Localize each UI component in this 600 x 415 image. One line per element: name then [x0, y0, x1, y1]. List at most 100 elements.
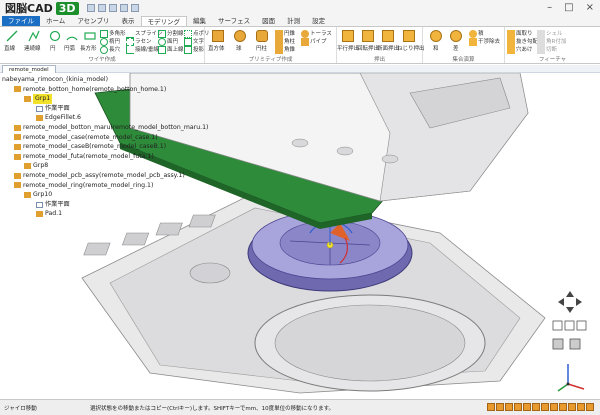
tree-node[interactable]: Grp1 [2, 94, 208, 104]
undo-icon[interactable] [119, 4, 128, 12]
tab-measure[interactable]: 計測 [281, 16, 306, 26]
face-snap-icon[interactable] [532, 403, 540, 411]
snap-icon[interactable] [487, 403, 495, 411]
ribbon-tangent[interactable]: 接線/垂線 [126, 45, 159, 54]
point-snap-icon[interactable] [514, 403, 522, 411]
tree-node[interactable]: remote_model_botton_maru(remote_model_bo… [2, 123, 208, 133]
ribbon-cut[interactable]: 切断 [537, 45, 557, 54]
ribbon-cylinder[interactable]: 円柱 [256, 44, 267, 52]
tree-node[interactable]: remote_model_ring(remote_model_ring.1) [2, 181, 208, 191]
ribbon-interference[interactable]: 干渉除去 [469, 37, 500, 46]
ribbon-arc[interactable]: 円弧 [64, 44, 75, 52]
union-icon[interactable] [430, 30, 442, 42]
tree-node[interactable]: remote_model_caseB(remote_model_caseB.1) [2, 142, 208, 152]
tree-node[interactable]: Pad.1 [2, 209, 208, 219]
close-icon[interactable]: × [586, 2, 594, 13]
tree-node[interactable]: 作業平面 [2, 200, 208, 210]
pad-feature-icon [36, 211, 43, 218]
tab-modeling[interactable]: モデリング [140, 16, 187, 26]
new-file-icon[interactable] [86, 4, 95, 12]
view-cube-icons[interactable] [552, 320, 587, 350]
ribbon-face-line[interactable]: 面上線 [158, 45, 184, 54]
document-tab[interactable]: remote_model [2, 65, 56, 73]
edge-snap-icon[interactable] [523, 403, 531, 411]
ribbon-section-extrude[interactable]: 断面押出 [377, 44, 399, 52]
ribbon-union[interactable]: 和 [433, 44, 439, 52]
parallel-extrude-icon[interactable] [342, 30, 354, 42]
ribbon-line[interactable]: 直線 [4, 44, 15, 52]
part-icon [14, 153, 21, 160]
ribbon-pyramid[interactable]: 角錐 [275, 45, 295, 54]
minimize-icon[interactable]: – [547, 2, 552, 13]
ribbon-sphere[interactable]: 球 [236, 44, 242, 52]
layer-icon[interactable] [577, 403, 585, 411]
redo-icon[interactable] [130, 4, 139, 12]
perp-snap-icon[interactable] [568, 403, 576, 411]
ribbon-group-primitive: 直方体 球 円柱 円錐 角柱 角錐 トーラス パイプ プリミティブ作成 [205, 27, 337, 63]
tangent-snap-icon[interactable] [559, 403, 567, 411]
twist-extrude-icon[interactable] [403, 30, 415, 42]
rectangle-icon[interactable] [84, 30, 96, 42]
box-icon[interactable] [212, 30, 224, 42]
tree-node[interactable]: remote_botton_home(remote_botton_home.1) [2, 85, 208, 95]
model-viewport[interactable]: nabeyama_rimocon_(kinia_model) remote_bo… [0, 73, 600, 399]
mid-snap-icon[interactable] [550, 403, 558, 411]
tree-node[interactable]: remote_model_futa(remote_model_futa.1) [2, 152, 208, 162]
arc-icon[interactable] [66, 30, 78, 42]
face-line-icon [158, 45, 166, 54]
status-mode: ジャイロ移動 [4, 406, 37, 412]
maximize-icon[interactable]: □ [564, 2, 573, 13]
tab-view[interactable]: 表示 [116, 16, 141, 26]
section-extrude-icon[interactable] [382, 30, 394, 42]
tree-node-root[interactable]: nabeyama_rimocon_(kinia_model) [2, 75, 208, 85]
tree-node[interactable]: remote_model_pcb_assy(remote_model_pcb_a… [2, 171, 208, 181]
ribbon-projection[interactable]: 投影 [184, 45, 204, 54]
ribbon-slot[interactable]: 長穴 [100, 45, 120, 54]
title-bar: 図脳CAD 3D – □ × [0, 0, 600, 16]
tab-file[interactable]: ファイル [2, 16, 40, 26]
subtract-icon[interactable] [450, 30, 462, 42]
tab-home[interactable]: ホーム [40, 16, 71, 26]
settings-icon[interactable] [586, 403, 594, 411]
status-bar: ジャイロ移動 選択状態をの移動またはコピー(Ctrlキー)します。SHIFTキー… [0, 399, 600, 415]
tree-node[interactable]: Grp8 [2, 161, 208, 171]
revolve-extrude-icon[interactable] [362, 30, 374, 42]
tree-node[interactable]: EdgeFillet.6 [2, 113, 208, 123]
tab-assembly[interactable]: アセンブリ [71, 16, 115, 26]
ribbon-pipe[interactable]: パイプ [301, 37, 327, 46]
tree-node-label-selected: Grp1 [33, 94, 53, 104]
pan-arrows-icon[interactable] [558, 291, 582, 313]
cylinder-icon[interactable] [256, 30, 268, 42]
ribbon-rectangle[interactable]: 長方形 [80, 44, 97, 52]
ribbon-subtract[interactable]: 差 [453, 44, 459, 52]
ribbon-box[interactable]: 直方体 [208, 44, 225, 52]
tab-edit[interactable]: 編集 [187, 16, 212, 26]
interference-icon [469, 37, 477, 46]
center-snap-icon[interactable] [541, 403, 549, 411]
line-icon[interactable] [6, 30, 18, 42]
open-file-icon[interactable] [97, 4, 106, 12]
sphere-icon[interactable] [234, 30, 246, 42]
tab-surface[interactable]: サーフェス [212, 16, 256, 26]
ortho-icon[interactable] [505, 403, 513, 411]
tree-node[interactable]: remote_model_case(remote_model_case.1) [2, 133, 208, 143]
circle-icon[interactable] [49, 30, 61, 42]
tab-drawing[interactable]: 図面 [256, 16, 281, 26]
ribbon-polyline[interactable]: 連続線 [24, 44, 41, 52]
tree-node[interactable]: Grp10 [2, 190, 208, 200]
grid-icon[interactable] [496, 403, 504, 411]
ribbon-group-label-feature: フィーチャ [538, 57, 567, 63]
axis-triad-icon [557, 364, 585, 392]
ribbon-revolve-extrude[interactable]: 回転押出 [357, 44, 379, 52]
ribbon-hole[interactable]: 穴あけ [507, 45, 533, 54]
ribbon-twist-extrude[interactable]: ねじり押出 [397, 44, 425, 52]
ribbon-circle[interactable]: 円 [50, 44, 56, 52]
work-plane-icon [36, 105, 43, 112]
ribbon-parallel-extrude[interactable]: 平行押出 [337, 44, 359, 52]
tab-settings[interactable]: 設定 [306, 16, 331, 26]
tree-node[interactable]: 作業平面 [2, 104, 208, 114]
save-icon[interactable] [108, 4, 117, 12]
polyline-icon[interactable] [28, 30, 40, 42]
pyramid-icon [275, 45, 283, 54]
work-plane-icon [36, 201, 43, 208]
